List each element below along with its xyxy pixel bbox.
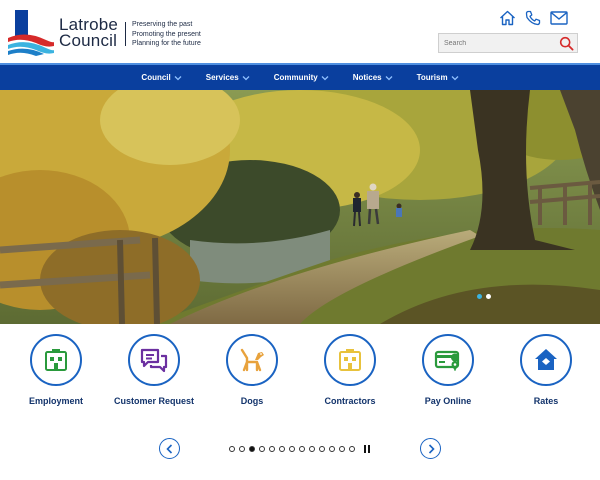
chevron-down-icon xyxy=(385,75,393,80)
quicklink-label: Contractors xyxy=(324,396,376,406)
carousel-page-dot[interactable] xyxy=(249,446,255,452)
quicklink-label: Rates xyxy=(533,396,559,406)
tagline-line: Planning for the future xyxy=(132,40,201,47)
quicklinks-carousel-controls xyxy=(0,437,600,461)
nav-item-services[interactable]: Services xyxy=(194,65,262,90)
carousel-page-dot[interactable] xyxy=(309,446,315,452)
chevron-down-icon xyxy=(321,75,329,80)
carousel-page-dot[interactable] xyxy=(319,446,325,452)
carousel-page-dot[interactable] xyxy=(229,446,235,452)
chat-icon xyxy=(140,348,168,373)
carousel-page-dot[interactable] xyxy=(289,446,295,452)
quicklink-circle xyxy=(324,334,376,386)
chevron-left-icon xyxy=(165,443,172,454)
dog-icon xyxy=(240,348,264,372)
phone-icon[interactable] xyxy=(524,9,542,27)
carousel-page-dot[interactable] xyxy=(239,446,245,452)
page: Latrobe Council Preserving the past Prom… xyxy=(0,0,600,480)
house-icon xyxy=(535,349,557,370)
quicklink-dogs[interactable]: Dogs xyxy=(197,334,307,406)
nav-item-label: Services xyxy=(205,73,239,82)
nav-item-tourism[interactable]: Tourism xyxy=(405,65,471,90)
carousel-page-dot[interactable] xyxy=(279,446,285,452)
tagline-line: Preserving the past xyxy=(132,21,193,28)
quicklink-circle xyxy=(520,334,572,386)
nav-item-label: Council xyxy=(141,73,171,82)
quicklink-label: Employment xyxy=(28,396,83,406)
building-icon xyxy=(339,349,361,371)
search-input[interactable] xyxy=(439,34,557,52)
main-nav: Council Services Community Notices Touri… xyxy=(0,63,600,90)
utility-icons xyxy=(498,9,568,27)
carousel-next-button[interactable] xyxy=(420,438,441,459)
quicklink-pay-online[interactable]: Pay Online xyxy=(393,334,503,406)
quicklink-circle xyxy=(226,334,278,386)
search-box xyxy=(438,33,578,53)
tagline-line: Promoting the present xyxy=(132,30,201,38)
carousel-page-dot[interactable] xyxy=(259,446,265,452)
chevron-down-icon xyxy=(174,75,182,80)
chevron-down-icon xyxy=(451,75,459,80)
nav-item-council[interactable]: Council xyxy=(129,65,193,90)
quicklink-label: Customer Request xyxy=(113,396,194,406)
nav-item-label: Community xyxy=(273,73,318,82)
chevron-down-icon xyxy=(242,75,250,80)
pause-icon[interactable] xyxy=(364,445,371,453)
hero-slider xyxy=(0,90,600,324)
brand-name: Latrobe Council xyxy=(59,16,118,50)
credit-card-icon xyxy=(434,350,460,371)
carousel-page-dot[interactable] xyxy=(299,446,305,452)
nav-item-notices[interactable]: Notices xyxy=(341,65,405,90)
home-icon[interactable] xyxy=(498,9,516,27)
hero-image xyxy=(0,90,600,324)
carousel-page-dot[interactable] xyxy=(339,446,345,452)
quicklink-customer-request[interactable]: Customer Request xyxy=(99,334,209,406)
quicklink-circle xyxy=(422,334,474,386)
carousel-page-dot[interactable] xyxy=(269,446,275,452)
quicklink-label: Pay Online xyxy=(424,396,472,406)
nav-item-label: Notices xyxy=(352,73,382,82)
hero-dot-1[interactable] xyxy=(477,294,482,299)
brand-divider xyxy=(125,22,126,46)
site-header: Latrobe Council Preserving the past Prom… xyxy=(0,0,600,63)
hero-pagination xyxy=(477,294,491,299)
carousel-prev-button[interactable] xyxy=(159,438,180,459)
quicklink-contractors[interactable]: Contractors xyxy=(295,334,405,406)
brand-name-line2: Council xyxy=(59,31,118,50)
mail-icon[interactable] xyxy=(550,9,568,27)
search-icon[interactable] xyxy=(559,36,574,51)
nav-item-community[interactable]: Community xyxy=(262,65,341,90)
carousel-pagination xyxy=(229,445,371,453)
carousel-page-dot[interactable] xyxy=(329,446,335,452)
hero-dot-2[interactable] xyxy=(486,294,491,299)
quicklink-employment[interactable]: Employment xyxy=(1,334,111,406)
quick-links: Employment Customer Request Dogs Contrac… xyxy=(0,330,600,420)
council-logo[interactable] xyxy=(6,8,56,58)
quicklink-circle xyxy=(128,334,180,386)
quicklink-rates[interactable]: Rates xyxy=(491,334,600,406)
building-icon xyxy=(45,349,67,371)
quicklink-label: Dogs xyxy=(240,396,264,406)
tagline: Preserving the past Promoting the presen… xyxy=(132,20,201,49)
chevron-right-icon xyxy=(428,443,435,454)
carousel-page-dot[interactable] xyxy=(349,446,355,452)
nav-item-label: Tourism xyxy=(416,73,448,82)
quicklink-circle xyxy=(30,334,82,386)
